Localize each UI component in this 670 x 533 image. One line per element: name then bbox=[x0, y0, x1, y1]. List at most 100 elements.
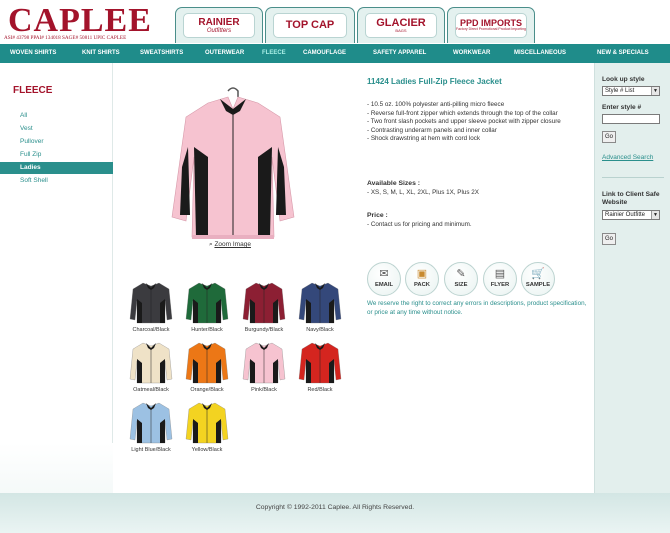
sidebar-item-ladies[interactable]: Ladies bbox=[0, 162, 113, 174]
jacket-thumbnail-icon bbox=[129, 342, 173, 384]
jacket-thumbnail-icon bbox=[298, 342, 342, 384]
size-label: SIZE bbox=[454, 282, 468, 288]
color-swatch[interactable]: Orange/Black bbox=[177, 339, 237, 393]
jacket-thumbnail-icon bbox=[185, 402, 229, 444]
nav-woven-shirts[interactable]: WOVEN SHIRTS bbox=[10, 50, 56, 56]
sidebar-item-full-zip[interactable]: Full Zip bbox=[0, 149, 113, 161]
search-sidebar: Look up style Style # List ▼ Enter style… bbox=[594, 63, 670, 493]
brand-tab-glacier[interactable]: GLACIER BAGS bbox=[357, 7, 445, 43]
color-swatch[interactable]: Charcoal/Black bbox=[121, 279, 181, 333]
style-list-value: Style # List bbox=[605, 88, 635, 94]
chevron-down-icon: ▼ bbox=[651, 87, 659, 95]
swatch-label: Pink/Black bbox=[251, 387, 277, 393]
nav-sweatshirts[interactable]: SWEATSHIRTS bbox=[140, 50, 183, 56]
color-swatch[interactable]: Pink/Black bbox=[234, 339, 294, 393]
sidebar-item-pullover[interactable]: Pullover bbox=[0, 136, 113, 148]
enter-style-label: Enter style # bbox=[602, 104, 642, 111]
jacket-thumbnail-icon bbox=[242, 282, 286, 324]
jacket-thumbnail-icon bbox=[129, 282, 173, 324]
nav-camouflage[interactable]: CAMOUFLAGE bbox=[303, 50, 346, 56]
sizes-list: - XS, S, M, L, XL, 2XL, Plus 1X, Plus 2X bbox=[367, 189, 479, 196]
zoom-image-link[interactable]: ⌕ Zoom Image bbox=[209, 241, 251, 249]
price-heading: Price : bbox=[367, 212, 388, 219]
swatch-label: Oatmeal/Black bbox=[133, 387, 169, 393]
color-swatch[interactable]: Burgundy/Black bbox=[234, 279, 294, 333]
ruler-icon: ✎ bbox=[456, 268, 466, 280]
swatch-label: Light Blue/Black bbox=[131, 447, 171, 453]
product-features: - 10.5 oz. 100% polyester anti-pilling m… bbox=[367, 101, 579, 144]
brand-sub: Outfitters bbox=[206, 27, 232, 34]
zoom-label: Zoom Image bbox=[214, 241, 251, 248]
copyright: Copyright © 1992-2011 Caplee. All Rights… bbox=[255, 504, 415, 511]
brand-name: TOP CAP bbox=[285, 19, 335, 31]
client-site-select[interactable]: Rainier Outfitte ▼ bbox=[602, 210, 660, 220]
nav-fleece[interactable]: FLEECE bbox=[262, 50, 286, 56]
document-icon: ▤ bbox=[494, 268, 506, 280]
chevron-down-icon: ▼ bbox=[651, 211, 659, 219]
brand-tab-ppd[interactable]: PPD IMPORTS Factory Direct Promotional P… bbox=[447, 7, 535, 43]
box-icon: ▣ bbox=[416, 268, 428, 280]
category-sidebar: FLEECE All Vest Pullover Full Zip Ladies… bbox=[0, 63, 113, 533]
brand-tab-topcap[interactable]: TOP CAP bbox=[265, 7, 355, 43]
nav-workwear[interactable]: WORKWEAR bbox=[453, 50, 490, 56]
feature-line: - Two front slash pockets and upper slee… bbox=[367, 118, 561, 126]
jacket-thumbnail-icon bbox=[129, 402, 173, 444]
site-header: CAPLEE ASI# 43798 PPAI# 134018 SAGE# 508… bbox=[0, 0, 670, 44]
brand-sub: BAGS bbox=[395, 28, 407, 33]
pack-label: PACK bbox=[414, 282, 430, 288]
nav-outerwear[interactable]: OUTERWEAR bbox=[205, 50, 244, 56]
advanced-search-link[interactable]: Advanced Search bbox=[602, 154, 653, 161]
color-swatch[interactable]: Yellow/Black bbox=[177, 399, 237, 453]
client-site-value: Rainier Outfitte bbox=[605, 212, 646, 218]
style-number-input[interactable] bbox=[602, 114, 660, 124]
email-label: EMAIL bbox=[374, 282, 394, 288]
color-swatch[interactable]: Hunter/Black bbox=[177, 279, 237, 333]
email-button[interactable]: ✉ EMAIL bbox=[367, 262, 401, 296]
sample-label: SAMPLE bbox=[525, 282, 551, 288]
color-swatch[interactable]: Oatmeal/Black bbox=[121, 339, 181, 393]
nav-new-specials[interactable]: NEW & SPECIALS bbox=[597, 50, 649, 56]
industry-codes: ASI# 43798 PPAI# 134018 SAGE# 50811 UPIC… bbox=[4, 35, 127, 41]
nav-miscellaneous[interactable]: MISCELLANEOUS bbox=[514, 50, 566, 56]
site-footer: Copyright © 1992-2011 Caplee. All Rights… bbox=[0, 493, 670, 533]
swatch-label: Red/Black bbox=[307, 387, 333, 393]
swatch-label: Orange/Black bbox=[190, 387, 224, 393]
color-swatch[interactable]: Navy/Black bbox=[290, 279, 350, 333]
brand-name: RAINIER bbox=[198, 16, 240, 28]
sidebar-item-all[interactable]: All bbox=[0, 110, 113, 122]
caplee-logo[interactable]: CAPLEE bbox=[8, 4, 152, 38]
swatch-label: Hunter/Black bbox=[191, 327, 223, 333]
brand-tab-rainier[interactable]: RAINIER Outfitters bbox=[175, 7, 263, 43]
flyer-label: FLYER bbox=[490, 282, 510, 288]
feature-line: - Reverse full-front zipper which extend… bbox=[367, 109, 558, 117]
nav-knit-shirts[interactable]: KNIT SHIRTS bbox=[82, 50, 120, 56]
brand-sub: Factory Direct Promotional Product Impor… bbox=[455, 27, 526, 32]
go-button[interactable]: Go bbox=[602, 131, 616, 143]
nav-safety-apparel[interactable]: SAFETY APPAREL bbox=[373, 50, 426, 56]
jacket-thumbnail-icon bbox=[298, 282, 342, 324]
cart-icon: 🛒 bbox=[531, 268, 545, 280]
magnifier-icon: ⌕ bbox=[209, 241, 213, 248]
feature-line: - Contrasting underarm panels and inner … bbox=[367, 126, 497, 134]
sidebar-item-soft-shell[interactable]: Soft Shell bbox=[0, 175, 113, 187]
flyer-button[interactable]: ▤ FLYER bbox=[483, 262, 517, 296]
jacket-thumbnail-icon bbox=[242, 342, 286, 384]
sidebar-item-vest[interactable]: Vest bbox=[0, 123, 113, 135]
jacket-thumbnail-icon bbox=[185, 342, 229, 384]
email-icon: ✉ bbox=[379, 268, 389, 280]
divider bbox=[602, 177, 664, 178]
style-list-select[interactable]: Style # List ▼ bbox=[602, 86, 660, 96]
color-swatch[interactable]: Light Blue/Black bbox=[121, 399, 181, 453]
size-button[interactable]: ✎ SIZE bbox=[444, 262, 478, 296]
swatch-label: Burgundy/Black bbox=[244, 327, 284, 333]
swatch-label: Yellow/Black bbox=[191, 447, 223, 453]
sizes-heading: Available Sizes : bbox=[367, 180, 421, 187]
product-image[interactable] bbox=[168, 87, 298, 251]
go-button-client[interactable]: Go bbox=[602, 233, 616, 245]
sample-button[interactable]: 🛒 SAMPLE bbox=[521, 262, 555, 296]
client-site-label: Link to Client Safe Website bbox=[602, 191, 660, 206]
main-nav: WOVEN SHIRTS KNIT SHIRTS SWEATSHIRTS OUT… bbox=[0, 44, 670, 63]
color-swatch[interactable]: Red/Black bbox=[290, 339, 350, 393]
pack-button[interactable]: ▣ PACK bbox=[405, 262, 439, 296]
jacket-thumbnail-icon bbox=[185, 282, 229, 324]
